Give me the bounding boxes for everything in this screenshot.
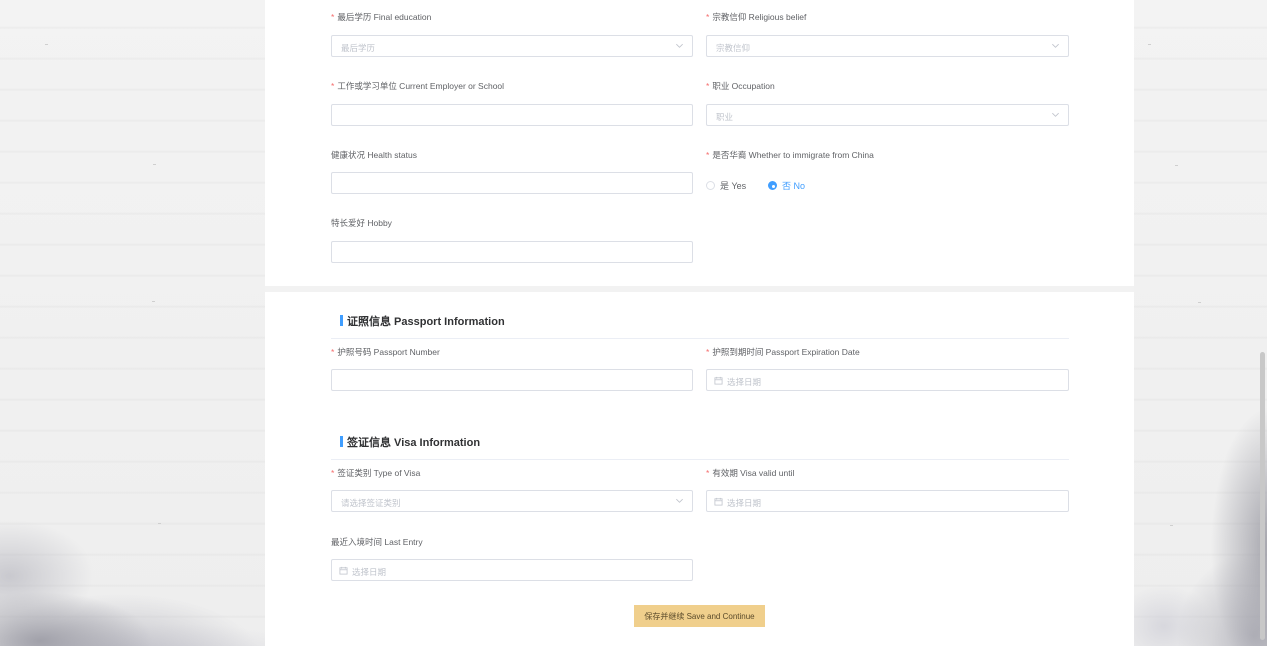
- page-scrollbar[interactable]: [1260, 352, 1265, 640]
- calendar-icon: [339, 566, 348, 575]
- section-accent-bar: [340, 436, 343, 447]
- radio-checked-icon: [768, 181, 777, 190]
- decor-dot: [153, 164, 156, 165]
- visa-title-rule: [331, 459, 1069, 460]
- passport-expiration-date-picker[interactable]: 选择日期: [706, 369, 1069, 391]
- decor-dot: [1198, 302, 1201, 303]
- calendar-icon: [714, 376, 723, 385]
- employer-label: * 工作或学习单位 Current Employer or School: [331, 81, 505, 91]
- chevron-down-icon: [1052, 43, 1059, 48]
- last-entry-label: 最近入境时间 Last Entry: [331, 537, 423, 547]
- hobby-input[interactable]: [331, 241, 693, 263]
- decor-dot: [1170, 525, 1173, 526]
- final-education-placeholder: 最后学历: [341, 43, 376, 53]
- visa-valid-until-placeholder: 选择日期: [727, 498, 762, 508]
- visa-type-label: * 签证类别 Type of Visa: [331, 468, 421, 478]
- passport-section-title: 证照信息 Passport Information: [340, 313, 505, 329]
- health-label: 健康状况 Health status: [331, 150, 417, 160]
- immigrate-label: * 是否华裔 Whether to immigrate from China: [706, 150, 874, 160]
- decor-dot: [158, 523, 161, 524]
- passport-expiration-label: * 护照到期时间 Passport Expiration Date: [706, 347, 860, 357]
- health-input[interactable]: [331, 172, 693, 194]
- hobby-label: 特长爱好 Hobby: [331, 218, 392, 228]
- passport-number-label: * 护照号码 Passport Number: [331, 347, 440, 357]
- passport-title-rule: [331, 338, 1069, 339]
- immigrate-yes-radio[interactable]: 是 Yes: [706, 179, 746, 192]
- religious-belief-placeholder: 宗教信仰: [716, 43, 751, 53]
- mountain-painting-right: [1134, 286, 1267, 646]
- section-accent-bar: [340, 315, 343, 326]
- immigrate-no-radio[interactable]: 否 No: [768, 179, 805, 192]
- visa-valid-until-date-picker[interactable]: 选择日期: [706, 490, 1069, 512]
- visa-valid-until-label: * 有效期 Visa valid until: [706, 468, 795, 478]
- chevron-down-icon: [676, 498, 683, 503]
- decor-dot: [45, 44, 48, 45]
- chevron-down-icon: [676, 43, 683, 48]
- final-education-label: * 最后学历 Final education: [331, 12, 432, 22]
- visa-type-placeholder: 请选择签证类别: [341, 498, 401, 508]
- calendar-icon: [714, 497, 723, 506]
- occupation-select[interactable]: 职业: [706, 104, 1069, 126]
- occupation-placeholder: 职业: [716, 112, 734, 122]
- mountain-painting-left: [0, 466, 265, 646]
- immigrate-no-label: 否 No: [782, 181, 806, 191]
- chevron-down-icon: [1052, 112, 1059, 117]
- decor-dot: [152, 301, 155, 302]
- form-card: * 最后学历 Final education 最后学历 * 宗教信仰 Religio…: [265, 0, 1134, 646]
- visa-section-title: 签证信息 Visa Information: [340, 434, 480, 450]
- section-divider: [265, 286, 1134, 292]
- employer-input[interactable]: [331, 104, 693, 126]
- last-entry-date-picker[interactable]: 选择日期: [331, 559, 693, 581]
- occupation-label: * 职业 Occupation: [706, 81, 775, 91]
- visa-type-select[interactable]: 请选择签证类别: [331, 490, 693, 512]
- immigrate-yes-label: 是 Yes: [720, 181, 747, 191]
- final-education-select[interactable]: 最后学历: [331, 35, 693, 57]
- radio-circle-icon: [706, 181, 715, 190]
- last-entry-placeholder: 选择日期: [352, 567, 387, 577]
- save-and-continue-button[interactable]: 保存并继续 Save and Continue: [634, 605, 765, 627]
- religious-belief-label: * 宗教信仰 Religious belief: [706, 12, 807, 22]
- decor-dot: [1148, 44, 1151, 45]
- passport-number-input[interactable]: [331, 369, 693, 391]
- decor-dot: [1175, 165, 1178, 166]
- religious-belief-select[interactable]: 宗教信仰: [706, 35, 1069, 57]
- passport-expiration-placeholder: 选择日期: [727, 377, 762, 387]
